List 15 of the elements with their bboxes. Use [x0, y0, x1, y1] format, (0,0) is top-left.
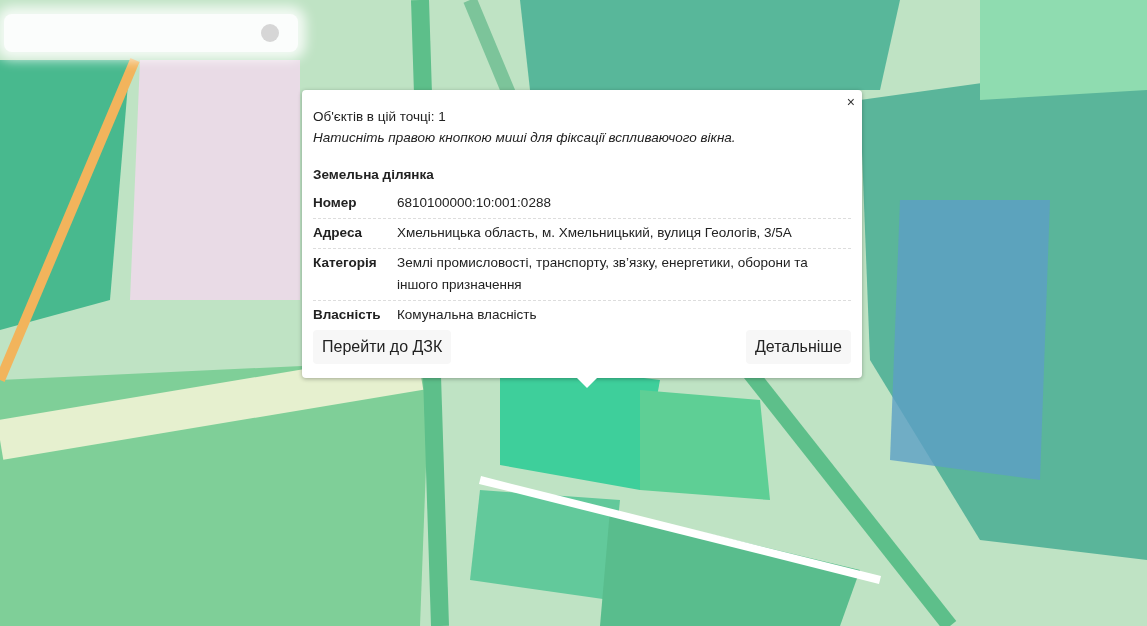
field-value: Хмельницька область, м. Хмельницький, вулиця Геологів, 3/5А [397, 224, 793, 242]
hint-text: Натисніть правою кнопкою миші для фіксації вспливаючого вікна. [313, 130, 737, 145]
field-label: Категорія [313, 254, 378, 272]
field-label: Адреса [313, 224, 364, 242]
action-button[interactable]: Детальніше [745, 330, 851, 364]
field-value: 6810100000:10:001:0288 [397, 194, 552, 212]
action-button[interactable]: Перейти до ДЗК [313, 330, 452, 364]
section-title: Земельна ділянка [313, 167, 435, 182]
search-field[interactable] [4, 14, 298, 52]
object-count-text: Об'єктів в цій точці: 1 [313, 109, 447, 124]
field-value: Комунальна власність [397, 306, 538, 324]
field-label: Власність [313, 306, 382, 324]
field-value: Землі промисловості, транспорту, зв’язку, енергетики, оборони та іншого призначення [397, 254, 809, 294]
close-button[interactable]: × [844, 94, 857, 110]
field-label: Номер [313, 194, 358, 212]
